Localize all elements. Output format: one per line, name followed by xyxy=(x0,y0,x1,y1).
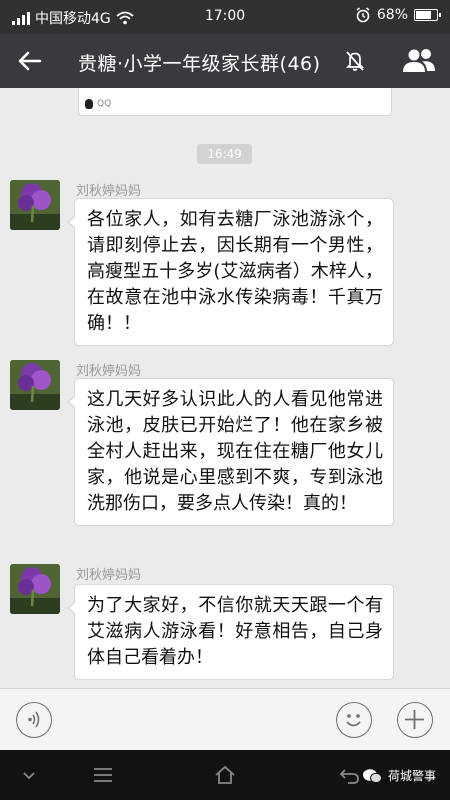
previous-message-card[interactable]: QQ xyxy=(78,88,392,116)
wechat-logo-icon xyxy=(362,768,382,783)
battery-level xyxy=(416,11,431,19)
emoji-icon xyxy=(346,714,361,727)
sender-name: 刘秋婷妈妈 xyxy=(76,568,142,583)
voice-input-icon xyxy=(28,711,40,728)
chevron-down-icon xyxy=(23,772,35,780)
sender-avatar[interactable] xyxy=(10,180,60,230)
nav-menu-button[interactable] xyxy=(90,762,116,788)
sender-avatar[interactable] xyxy=(10,360,60,410)
alarm-clock-icon xyxy=(356,7,370,23)
plus-icon xyxy=(405,710,424,729)
nav-home-button[interactable] xyxy=(212,762,238,788)
voice-input-button[interactable] xyxy=(16,702,52,738)
chat-title: 贵糖·小学一年级家长群(46) xyxy=(78,53,321,75)
bell-off-icon xyxy=(345,51,365,71)
message-list[interactable]: QQ 16:49 刘秋婷妈妈 各位家人，如有去糖厂泳池游泳个，请即刻停止去，因长… xyxy=(0,88,450,688)
chat-header: 贵糖·小学一年级家长群(46) xyxy=(0,34,450,88)
nav-back-button[interactable] xyxy=(336,762,362,788)
status-bar: 中国移动4G 17:00 68% xyxy=(0,0,450,34)
status-right: 68% xyxy=(355,7,441,23)
flower-avatar-icon xyxy=(10,180,60,230)
back-icon xyxy=(339,769,359,784)
group-members-button[interactable] xyxy=(400,46,438,76)
sender-avatar[interactable] xyxy=(10,564,60,614)
system-nav-bar: 荷城警事 xyxy=(0,750,450,800)
group-members-icon xyxy=(403,49,435,72)
flower-avatar-icon xyxy=(10,564,60,614)
message-timestamp: 16:49 xyxy=(197,144,252,164)
qq-source: QQ xyxy=(85,99,111,109)
input-bar xyxy=(0,688,450,750)
back-button[interactable] xyxy=(12,46,48,76)
sender-name: 刘秋婷妈妈 xyxy=(76,364,142,379)
battery-icon xyxy=(414,9,441,21)
nav-hide-button[interactable] xyxy=(16,762,42,788)
qq-source-label: QQ xyxy=(97,99,112,109)
back-arrow-icon xyxy=(18,51,42,71)
message-bubble[interactable]: 为了大家好，不信你就天天跟一个有艾滋病人游泳看！好意相告，自己身体自己看着办！ xyxy=(67,584,394,680)
emoji-button[interactable] xyxy=(336,702,372,738)
more-options-button[interactable] xyxy=(397,702,433,738)
qq-penguin-icon xyxy=(85,99,93,109)
message-bubble[interactable]: 这几天好多认识此人的人看见他常进泳池，皮肤已开始烂了！他在家乡被全村人赶出来，现… xyxy=(67,378,394,526)
battery-percent: 68% xyxy=(376,7,408,23)
home-icon xyxy=(215,765,235,784)
flower-avatar-icon xyxy=(10,360,60,410)
menu-icon xyxy=(94,768,112,782)
watermark-label: 荷城警事 xyxy=(387,769,436,783)
sender-name: 刘秋婷妈妈 xyxy=(76,184,142,199)
watermark: 荷城警事 xyxy=(362,767,436,784)
message-bubble[interactable]: 各位家人，如有去糖厂泳池游泳个，请即刻停止去，因长期有一个男性，高瘦型五十多岁(… xyxy=(67,198,394,346)
